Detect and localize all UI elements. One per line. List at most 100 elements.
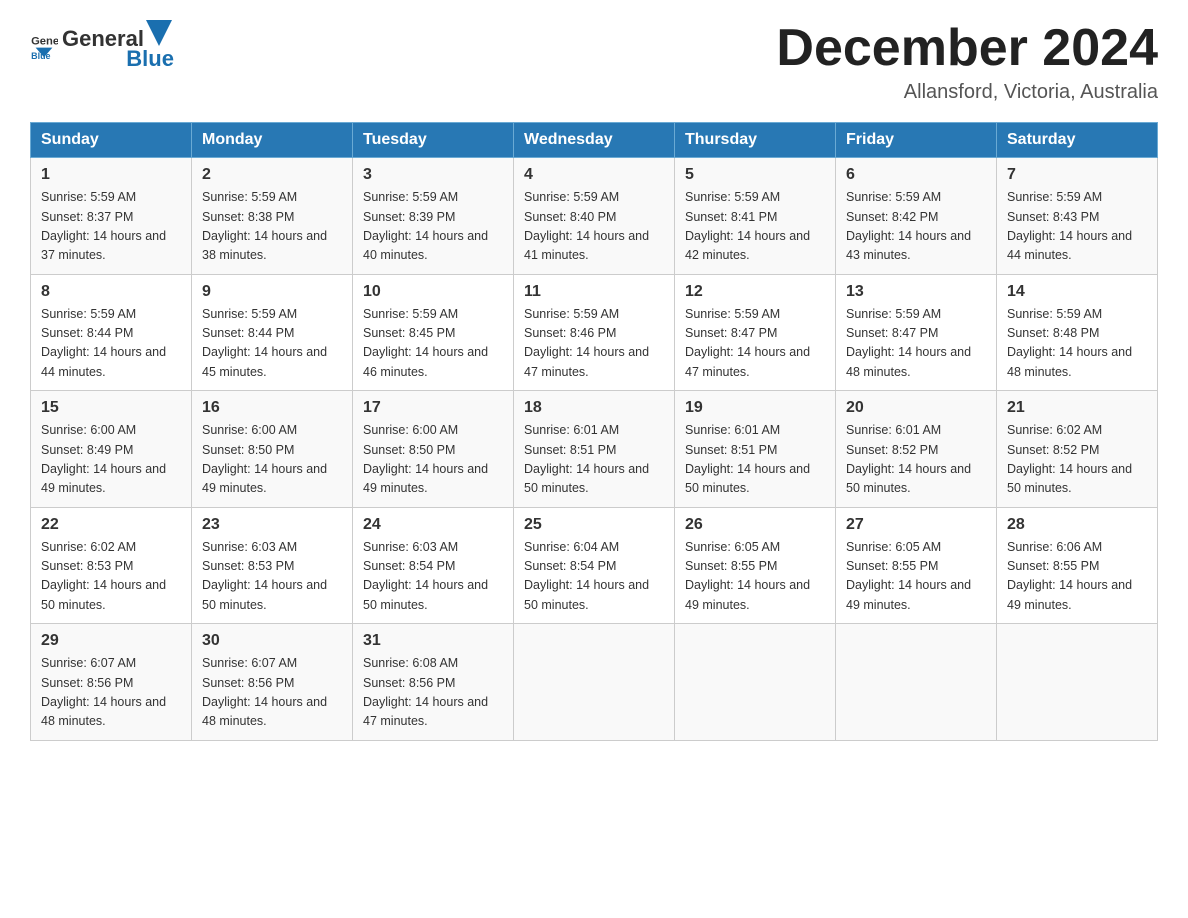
sunrise-label: Sunrise: 5:59 AM	[363, 307, 458, 321]
sunrise-label: Sunrise: 5:59 AM	[41, 307, 136, 321]
table-row: 30 Sunrise: 6:07 AM Sunset: 8:56 PM Dayl…	[192, 624, 353, 741]
sunset-label: Sunset: 8:42 PM	[846, 210, 938, 224]
day-info: Sunrise: 5:59 AM Sunset: 8:43 PM Dayligh…	[1007, 188, 1147, 266]
sunset-label: Sunset: 8:38 PM	[202, 210, 294, 224]
day-info: Sunrise: 5:59 AM Sunset: 8:42 PM Dayligh…	[846, 188, 986, 266]
sunset-label: Sunset: 8:37 PM	[41, 210, 133, 224]
sunrise-label: Sunrise: 6:05 AM	[685, 540, 780, 554]
table-row: 28 Sunrise: 6:06 AM Sunset: 8:55 PM Dayl…	[997, 507, 1158, 624]
sunrise-label: Sunrise: 6:01 AM	[524, 423, 619, 437]
daylight-label: Daylight: 14 hours and 49 minutes.	[685, 578, 810, 611]
daylight-label: Daylight: 14 hours and 50 minutes.	[363, 578, 488, 611]
day-info: Sunrise: 5:59 AM Sunset: 8:46 PM Dayligh…	[524, 305, 664, 383]
sunrise-label: Sunrise: 5:59 AM	[685, 307, 780, 321]
day-info: Sunrise: 6:03 AM Sunset: 8:53 PM Dayligh…	[202, 538, 342, 616]
day-number: 11	[524, 283, 664, 301]
day-number: 6	[846, 166, 986, 184]
table-row: 19 Sunrise: 6:01 AM Sunset: 8:51 PM Dayl…	[675, 391, 836, 508]
day-number: 29	[41, 632, 181, 650]
daylight-label: Daylight: 14 hours and 50 minutes.	[41, 578, 166, 611]
day-info: Sunrise: 5:59 AM Sunset: 8:47 PM Dayligh…	[685, 305, 825, 383]
table-row: 25 Sunrise: 6:04 AM Sunset: 8:54 PM Dayl…	[514, 507, 675, 624]
daylight-label: Daylight: 14 hours and 44 minutes.	[41, 345, 166, 378]
week-row-1: 1 Sunrise: 5:59 AM Sunset: 8:37 PM Dayli…	[31, 158, 1158, 275]
day-number: 25	[524, 516, 664, 534]
header-thursday: Thursday	[675, 123, 836, 158]
day-number: 21	[1007, 399, 1147, 417]
day-number: 15	[41, 399, 181, 417]
day-info: Sunrise: 6:02 AM Sunset: 8:52 PM Dayligh…	[1007, 421, 1147, 499]
sunrise-label: Sunrise: 6:00 AM	[363, 423, 458, 437]
sunrise-label: Sunrise: 5:59 AM	[524, 190, 619, 204]
sunrise-label: Sunrise: 6:02 AM	[1007, 423, 1102, 437]
table-row	[675, 624, 836, 741]
daylight-label: Daylight: 14 hours and 50 minutes.	[685, 462, 810, 495]
table-row: 17 Sunrise: 6:00 AM Sunset: 8:50 PM Dayl…	[353, 391, 514, 508]
sunset-label: Sunset: 8:40 PM	[524, 210, 616, 224]
sunset-label: Sunset: 8:55 PM	[1007, 559, 1099, 573]
header-tuesday: Tuesday	[353, 123, 514, 158]
table-row: 8 Sunrise: 5:59 AM Sunset: 8:44 PM Dayli…	[31, 274, 192, 391]
daylight-label: Daylight: 14 hours and 47 minutes.	[685, 345, 810, 378]
sunrise-label: Sunrise: 5:59 AM	[685, 190, 780, 204]
day-number: 3	[363, 166, 503, 184]
day-info: Sunrise: 5:59 AM Sunset: 8:38 PM Dayligh…	[202, 188, 342, 266]
day-number: 17	[363, 399, 503, 417]
day-number: 9	[202, 283, 342, 301]
table-row: 26 Sunrise: 6:05 AM Sunset: 8:55 PM Dayl…	[675, 507, 836, 624]
svg-text:Blue: Blue	[31, 51, 50, 60]
table-row: 21 Sunrise: 6:02 AM Sunset: 8:52 PM Dayl…	[997, 391, 1158, 508]
sunrise-label: Sunrise: 6:04 AM	[524, 540, 619, 554]
table-row: 27 Sunrise: 6:05 AM Sunset: 8:55 PM Dayl…	[836, 507, 997, 624]
sunrise-label: Sunrise: 5:59 AM	[202, 190, 297, 204]
month-year-title: December 2024	[776, 20, 1158, 77]
day-info: Sunrise: 6:05 AM Sunset: 8:55 PM Dayligh…	[846, 538, 986, 616]
sunset-label: Sunset: 8:54 PM	[363, 559, 455, 573]
daylight-label: Daylight: 14 hours and 47 minutes.	[363, 695, 488, 728]
day-info: Sunrise: 6:00 AM Sunset: 8:50 PM Dayligh…	[363, 421, 503, 499]
day-info: Sunrise: 6:01 AM Sunset: 8:52 PM Dayligh…	[846, 421, 986, 499]
daylight-label: Daylight: 14 hours and 46 minutes.	[363, 345, 488, 378]
daylight-label: Daylight: 14 hours and 49 minutes.	[363, 462, 488, 495]
sunset-label: Sunset: 8:47 PM	[685, 326, 777, 340]
daylight-label: Daylight: 14 hours and 48 minutes.	[202, 695, 327, 728]
day-info: Sunrise: 5:59 AM Sunset: 8:44 PM Dayligh…	[41, 305, 181, 383]
table-row: 3 Sunrise: 5:59 AM Sunset: 8:39 PM Dayli…	[353, 158, 514, 275]
day-number: 5	[685, 166, 825, 184]
daylight-label: Daylight: 14 hours and 40 minutes.	[363, 229, 488, 262]
day-number: 28	[1007, 516, 1147, 534]
table-row: 10 Sunrise: 5:59 AM Sunset: 8:45 PM Dayl…	[353, 274, 514, 391]
day-info: Sunrise: 6:04 AM Sunset: 8:54 PM Dayligh…	[524, 538, 664, 616]
sunset-label: Sunset: 8:51 PM	[524, 443, 616, 457]
day-info: Sunrise: 6:01 AM Sunset: 8:51 PM Dayligh…	[685, 421, 825, 499]
day-info: Sunrise: 6:07 AM Sunset: 8:56 PM Dayligh…	[202, 654, 342, 732]
day-info: Sunrise: 5:59 AM Sunset: 8:37 PM Dayligh…	[41, 188, 181, 266]
day-info: Sunrise: 5:59 AM Sunset: 8:39 PM Dayligh…	[363, 188, 503, 266]
table-row	[997, 624, 1158, 741]
week-row-3: 15 Sunrise: 6:00 AM Sunset: 8:49 PM Dayl…	[31, 391, 1158, 508]
day-info: Sunrise: 6:08 AM Sunset: 8:56 PM Dayligh…	[363, 654, 503, 732]
sunset-label: Sunset: 8:56 PM	[363, 676, 455, 690]
daylight-label: Daylight: 14 hours and 48 minutes.	[846, 345, 971, 378]
daylight-label: Daylight: 14 hours and 49 minutes.	[1007, 578, 1132, 611]
header-wednesday: Wednesday	[514, 123, 675, 158]
table-row: 16 Sunrise: 6:00 AM Sunset: 8:50 PM Dayl…	[192, 391, 353, 508]
day-info: Sunrise: 5:59 AM Sunset: 8:40 PM Dayligh…	[524, 188, 664, 266]
sunset-label: Sunset: 8:41 PM	[685, 210, 777, 224]
table-row: 2 Sunrise: 5:59 AM Sunset: 8:38 PM Dayli…	[192, 158, 353, 275]
logo: General Blue General Blue	[30, 20, 174, 72]
daylight-label: Daylight: 14 hours and 50 minutes.	[524, 462, 649, 495]
header-friday: Friday	[836, 123, 997, 158]
sunrise-label: Sunrise: 6:05 AM	[846, 540, 941, 554]
sunset-label: Sunset: 8:56 PM	[41, 676, 133, 690]
week-row-2: 8 Sunrise: 5:59 AM Sunset: 8:44 PM Dayli…	[31, 274, 1158, 391]
day-number: 13	[846, 283, 986, 301]
day-info: Sunrise: 5:59 AM Sunset: 8:41 PM Dayligh…	[685, 188, 825, 266]
sunset-label: Sunset: 8:50 PM	[363, 443, 455, 457]
sunrise-label: Sunrise: 6:00 AM	[202, 423, 297, 437]
table-row: 20 Sunrise: 6:01 AM Sunset: 8:52 PM Dayl…	[836, 391, 997, 508]
sunrise-label: Sunrise: 6:01 AM	[685, 423, 780, 437]
table-row: 4 Sunrise: 5:59 AM Sunset: 8:40 PM Dayli…	[514, 158, 675, 275]
sunrise-label: Sunrise: 5:59 AM	[363, 190, 458, 204]
logo-blue-text: Blue	[126, 46, 174, 71]
